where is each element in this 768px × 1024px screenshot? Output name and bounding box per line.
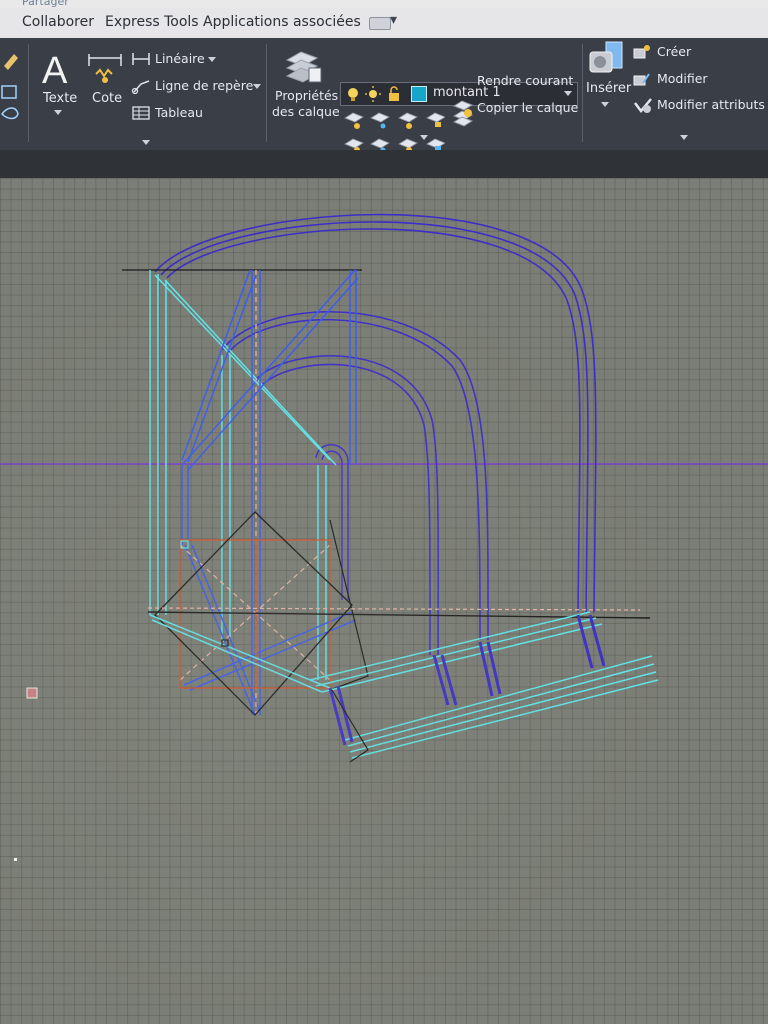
drawing-canvas[interactable]	[0, 178, 768, 1024]
dimension-icon[interactable]	[86, 50, 124, 86]
chevron-down-icon[interactable]: ▾	[390, 12, 397, 28]
create-block-label[interactable]: Créer	[657, 44, 691, 59]
layer-properties-icon[interactable]	[283, 46, 325, 86]
ucs-marker-icon	[26, 687, 38, 699]
menu-bar: Collaborer Express Tools Applications as…	[0, 8, 768, 39]
tab-strip-background	[0, 150, 768, 178]
layer-state-icons	[348, 86, 399, 102]
leader-icon[interactable]	[131, 78, 151, 94]
text-dropdown-arrow[interactable]	[54, 110, 62, 115]
ribbon: A Texte Cote Linéaire Ligne de repère Ta…	[0, 38, 768, 154]
partial-tools-icon[interactable]	[0, 46, 22, 126]
menu-applications-associees[interactable]: Applications associées	[203, 14, 361, 30]
title-strip: Partager	[0, 0, 768, 8]
layers-panel-expand-arrow[interactable]	[420, 135, 428, 140]
table-icon[interactable]	[131, 105, 151, 121]
leader-label[interactable]: Ligne de repère	[155, 78, 253, 93]
create-block-icon[interactable]	[633, 44, 651, 60]
make-current-label[interactable]: Rendre courant	[477, 73, 573, 88]
layer-color-swatch	[411, 86, 427, 102]
window-title-fragment: Partager	[22, 0, 69, 8]
layer-properties-label-2[interactable]: des calque	[272, 104, 340, 119]
middle-arch	[221, 311, 489, 641]
annotation-panel-expand-arrow[interactable]	[142, 140, 150, 145]
pink-centerlines	[179, 270, 331, 715]
linear-dropdown-arrow[interactable]	[208, 57, 216, 62]
layer-dropdown-arrow[interactable]	[564, 91, 572, 96]
edit-attributes-label[interactable]: Modifier attributs	[657, 97, 765, 112]
text-tool-icon[interactable]: A	[42, 50, 67, 93]
edit-attributes-icon[interactable]	[633, 97, 653, 115]
inner-arch	[254, 355, 440, 656]
linear-dim-icon[interactable]	[131, 52, 151, 66]
insert-block-icon[interactable]	[586, 40, 626, 78]
block-panel-expand-arrow[interactable]	[680, 135, 688, 140]
blue-bracing	[181, 269, 359, 716]
leader-dropdown-arrow[interactable]	[253, 84, 261, 89]
edit-block-label[interactable]: Modifier	[657, 71, 708, 86]
text-tool-label[interactable]: Texte	[43, 91, 77, 106]
edit-block-icon[interactable]	[633, 71, 651, 87]
outer-arch	[154, 213, 597, 613]
dimension-label[interactable]: Cote	[92, 91, 122, 106]
copy-layer-icon[interactable]	[452, 98, 474, 118]
layer-tools-grid-icon[interactable]	[343, 108, 445, 154]
layer-properties-label-1[interactable]: Propriétés	[275, 88, 338, 103]
table-label[interactable]: Tableau	[155, 105, 203, 120]
workspace-switch-icon[interactable]	[369, 17, 391, 30]
linear-dim-label[interactable]: Linéaire	[155, 51, 205, 66]
cad-drawing	[0, 213, 768, 861]
insert-label[interactable]: Insérer	[586, 81, 631, 96]
menu-collaborer[interactable]: Collaborer	[22, 14, 94, 30]
menu-express-tools[interactable]: Express Tools	[105, 14, 199, 30]
insert-dropdown-arrow[interactable]	[601, 102, 609, 107]
copy-layer-label[interactable]: Copier le calque	[477, 100, 578, 115]
